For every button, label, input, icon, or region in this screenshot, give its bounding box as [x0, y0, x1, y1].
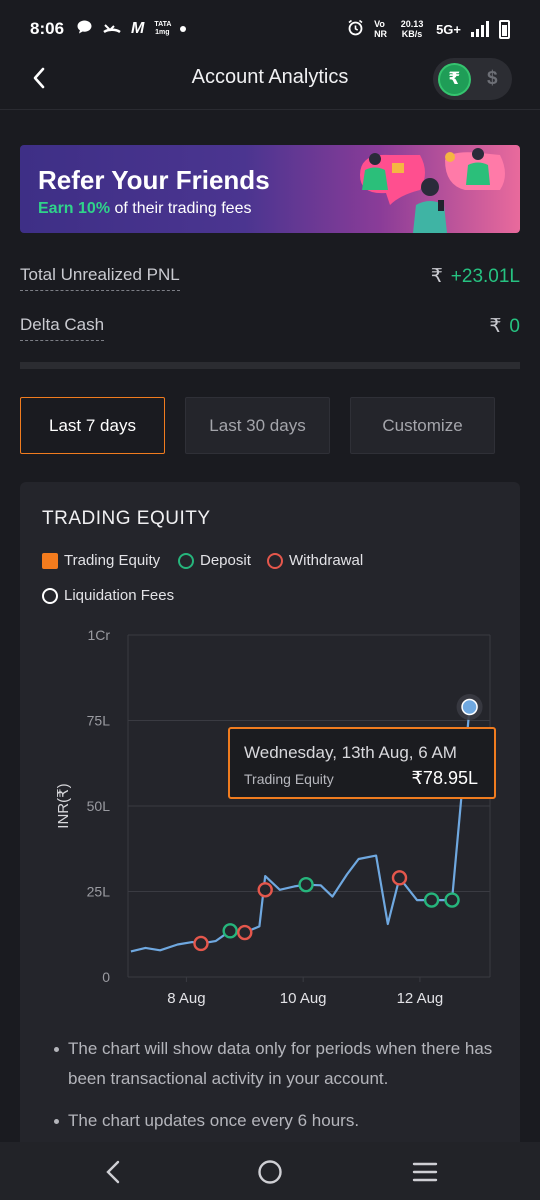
unrealized-pnl-row: Total Unrealized PNL ₹ +23.01L [20, 265, 520, 305]
x-tick-label: 8 Aug [167, 990, 205, 1007]
m-app-icon: M [131, 20, 145, 37]
tooltip-label: Trading Equity [244, 771, 334, 787]
note-item: The chart will show data only for period… [52, 1034, 502, 1094]
withdrawal-marker [193, 935, 209, 952]
nav-back-button[interactable] [93, 1154, 133, 1190]
y-tick-label: 1Cr [87, 627, 110, 643]
tab-customize[interactable]: Customize [350, 397, 495, 454]
note-item: The chart updates once every 6 hours. [52, 1106, 502, 1136]
y-tick-label: 25L [87, 884, 111, 900]
battery-icon [499, 19, 510, 39]
withdrawal-marker [237, 924, 253, 941]
y-axis-label: INR(₹) [55, 783, 72, 828]
status-time: 8:06 [30, 19, 65, 38]
tab-last-7-days[interactable]: Last 7 days [20, 397, 165, 454]
unrealized-pnl-label[interactable]: Total Unrealized PNL [20, 265, 180, 291]
usd-currency-button[interactable]: $ [478, 64, 507, 94]
network-speed: 20.13 KB/s [400, 19, 424, 39]
app-header: Account Analytics ₹ $ [0, 58, 540, 110]
menu-nav-icon [412, 1162, 438, 1182]
system-nav-bar [0, 1142, 540, 1200]
alarm-icon [347, 19, 364, 39]
deposit-marker [423, 892, 440, 908]
deposit-marker [298, 876, 314, 893]
banner-title: Refer Your Friends [38, 165, 270, 195]
nav-home-button[interactable] [250, 1154, 290, 1190]
delta-cash-label[interactable]: Delta Cash [20, 315, 105, 341]
notification-icons: M TATA 1mg [76, 19, 187, 39]
dot-icon [180, 26, 187, 32]
banner-subtitle: Earn 10% of their trading fees [38, 200, 251, 218]
withdrawal-marker [391, 870, 408, 886]
banner-subtitle-text: of their trading fees [110, 200, 252, 217]
home-nav-icon [258, 1160, 282, 1184]
deposit-marker [222, 923, 238, 939]
chart-notes: The chart will show data only for period… [52, 1034, 502, 1148]
x-tick-label: 10 Aug [280, 990, 327, 1007]
rupee-symbol: ₹ [489, 316, 502, 337]
network-type: 5G+ [436, 21, 461, 37]
missed-call-icon [103, 21, 121, 38]
nav-menu-button[interactable] [405, 1154, 445, 1190]
period-tabs: Last 7 days Last 30 days Customize [20, 397, 495, 454]
y-tick-label: 75L [87, 713, 111, 729]
banner-highlight: Earn 10% [38, 200, 111, 217]
delta-cash-value: ₹0 [489, 315, 520, 338]
refer-friends-banner[interactable]: Refer Your Friends Earn 10% of their tra… [20, 145, 520, 233]
deposit-marker [444, 892, 460, 908]
section-divider [20, 362, 520, 369]
volte-label: Vo NR [374, 19, 388, 39]
referral-illustration [360, 148, 505, 233]
trading-equity-card: TRADING EQUITY Trading Equity Deposit Wi… [20, 482, 520, 1182]
chart-tooltip: Wednesday, 13th Aug, 6 AM Trading Equity… [228, 727, 496, 799]
tab-last-30-days[interactable]: Last 30 days [185, 397, 330, 454]
y-tick-label: 50L [87, 798, 111, 814]
delta-cash-row: Delta Cash ₹0 [20, 315, 520, 355]
currency-toggle[interactable]: ₹ $ [433, 58, 512, 100]
signal-icon [471, 21, 489, 37]
x-tick-label: 12 Aug [397, 990, 444, 1007]
chat-icon [76, 19, 93, 39]
highlight-point [461, 698, 478, 716]
unrealized-pnl-amount: +23.01L [450, 266, 520, 287]
system-status-icons: Vo NR 20.13 KB/s 5G+ [347, 19, 510, 39]
inr-currency-button[interactable]: ₹ [438, 62, 471, 96]
y-tick-label: 0 [102, 969, 110, 985]
tooltip-value: ₹78.95L [411, 768, 478, 788]
delta-cash-amount: 0 [509, 316, 520, 337]
tooltip-date: Wednesday, 13th Aug, 6 AM [244, 743, 457, 762]
unrealized-pnl-value: ₹ +23.01L [431, 265, 520, 288]
status-bar: 8:06 M TATA 1mg Vo NR 20.13 KB/s 5G+ [0, 0, 540, 58]
back-nav-icon [106, 1160, 120, 1184]
rupee-symbol: ₹ [430, 266, 443, 287]
tata-1mg-icon: TATA 1mg [154, 21, 172, 36]
withdrawal-marker [257, 882, 273, 898]
